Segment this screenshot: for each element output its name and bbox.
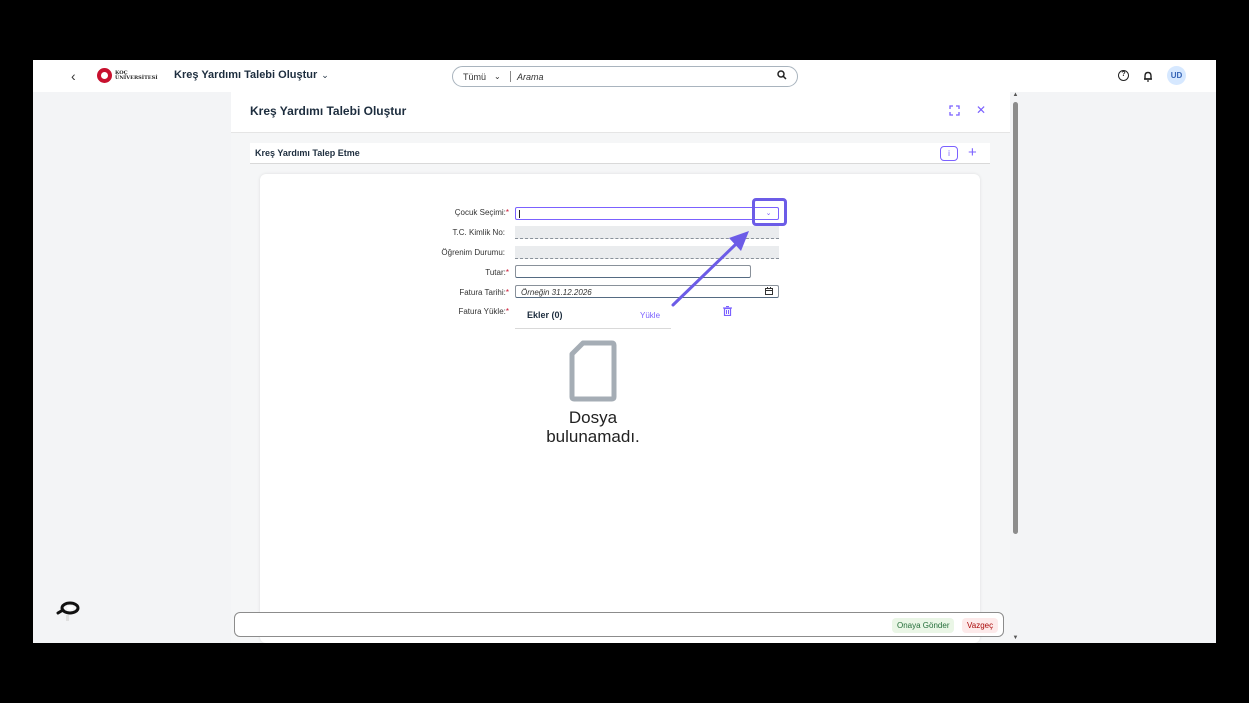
- document-icon: [569, 340, 617, 407]
- invoice-date-placeholder: Örneğin 31.12.2026: [521, 288, 592, 297]
- upload-button[interactable]: Yükle: [640, 311, 660, 320]
- child-selection-input[interactable]: ⌄: [515, 207, 779, 220]
- dialog-title: Kreş Yardımı Talebi Oluştur: [250, 104, 407, 118]
- search-input[interactable]: Arama: [517, 72, 773, 82]
- child-selection-label: Çocuk Seçimi:*: [454, 208, 509, 217]
- panel-header: Kreş Yardımı Talep Etme i +: [250, 143, 990, 164]
- education-status-field: [515, 246, 779, 259]
- app-title: Kreş Yardımı Talebi Oluştur: [174, 69, 318, 81]
- dialog-footer: Onaya Gönder Vazgeç: [234, 612, 1004, 637]
- attachments-title: Ekler (0): [527, 310, 563, 320]
- scroll-down-icon[interactable]: ▼: [1012, 635, 1019, 641]
- tc-id-field: [515, 226, 779, 239]
- company-logo[interactable]: KOÇ ÜNİVERSİTESİ: [97, 68, 158, 83]
- cancel-button[interactable]: Vazgeç: [962, 618, 999, 633]
- form-card: Çocuk Seçimi:* ⌄ T.C. Kimlik No: Öğrenim…: [260, 174, 980, 643]
- scrollbar[interactable]: ▲ ▼: [1012, 92, 1019, 643]
- app-frame: ‹ KOÇ ÜNİVERSİTESİ Kreş Yardımı Talebi O…: [33, 60, 1216, 643]
- add-icon[interactable]: +: [968, 144, 977, 161]
- help-icon[interactable]: ?: [1118, 70, 1129, 81]
- avatar[interactable]: UD: [1167, 66, 1186, 85]
- panel-title: Kreş Yardımı Talep Etme: [255, 148, 360, 158]
- amount-label: Tutar:*: [485, 268, 509, 277]
- attachments-divider: [515, 328, 671, 329]
- assistant-icon[interactable]: [55, 597, 81, 628]
- info-icon[interactable]: i: [940, 146, 958, 161]
- logo-mark: [97, 68, 112, 83]
- search-divider: [510, 71, 511, 82]
- search-icon[interactable]: [773, 70, 791, 83]
- calendar-icon[interactable]: [765, 287, 773, 297]
- chevron-down-icon: ⌄: [321, 69, 329, 80]
- app-title-menu[interactable]: Kreş Yardımı Talebi Oluştur ⌄: [174, 69, 329, 81]
- empty-attachments-message: Dosya bulunamadı.: [546, 408, 640, 446]
- search-scope-select[interactable]: Tümü ⌄: [453, 72, 510, 82]
- education-status-label: Öğrenim Durumu:: [441, 248, 505, 257]
- submit-for-approval-button[interactable]: Onaya Gönder: [892, 618, 955, 633]
- amount-input[interactable]: [515, 265, 751, 278]
- invoice-date-label: Fatura Tarihi:*: [459, 288, 509, 297]
- expand-icon[interactable]: [949, 105, 960, 119]
- scroll-up-icon[interactable]: ▲: [1012, 92, 1019, 98]
- chevron-down-icon: ⌄: [494, 72, 501, 81]
- invoice-date-input[interactable]: Örneğin 31.12.2026: [515, 285, 779, 298]
- scroll-thumb[interactable]: [1013, 102, 1018, 534]
- tc-id-label: T.C. Kimlik No:: [452, 228, 505, 237]
- text-cursor: [519, 210, 520, 218]
- shell-bar: ‹ KOÇ ÜNİVERSİTESİ Kreş Yardımı Talebi O…: [33, 60, 1216, 92]
- back-icon[interactable]: ‹: [71, 68, 76, 84]
- logo-text: KOÇ ÜNİVERSİTESİ: [115, 69, 158, 81]
- dialog-header: Kreş Yardımı Talebi Oluştur ✕: [231, 92, 1010, 133]
- shell-actions: ? UD: [1118, 66, 1186, 85]
- create-request-dialog: Kreş Yardımı Talebi Oluştur ✕ Kreş Yardı…: [231, 92, 1010, 643]
- invoice-upload-label: Fatura Yükle:*: [458, 307, 509, 316]
- bell-icon[interactable]: [1143, 71, 1153, 82]
- search-scope-label: Tümü: [463, 71, 487, 82]
- annotation-highlight-box: [752, 198, 787, 226]
- close-icon[interactable]: ✕: [976, 103, 986, 117]
- search-bar: Tümü ⌄ Arama: [452, 66, 798, 87]
- trash-icon[interactable]: [723, 305, 732, 318]
